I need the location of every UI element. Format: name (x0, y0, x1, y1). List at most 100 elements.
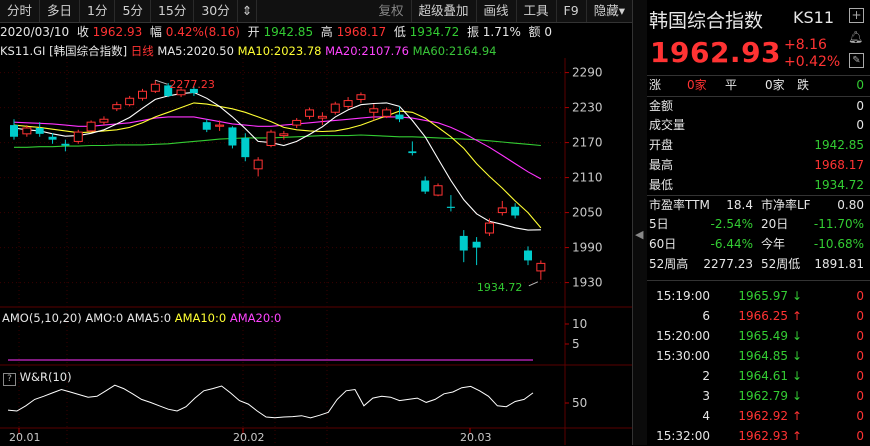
arrow-up-icon: ↑ (792, 429, 803, 443)
y-tick-label: 2170 (572, 136, 603, 150)
chevron-left-icon[interactable]: ◀ (635, 228, 643, 241)
tick-time: 15:30:00 (656, 349, 710, 363)
y-tick-label: 2050 (572, 206, 603, 220)
quote-info-bar: 2020/03/10 收 1962.93 幅 0.42%(8.16) 开 194… (0, 23, 632, 41)
close-label: 收 (76, 25, 89, 39)
amount-value: 0 (544, 25, 553, 39)
candle-body (408, 151, 417, 154)
tick-volume: 0 (856, 289, 864, 303)
tick-row: 3 1962.79 ↓ 0 (647, 387, 870, 406)
date-value: 2020/03/10 (0, 25, 70, 39)
arrow-down-icon: ↓ (792, 389, 803, 403)
ma60-line (14, 134, 541, 148)
tick-row: 15:32:00 1962.93 ↑ 0 (647, 427, 870, 446)
tick-time: 3 (702, 389, 710, 403)
ratio-value: -11.70% (813, 217, 864, 231)
candle-body (395, 114, 404, 120)
tick-time: 15:32:00 (656, 429, 710, 443)
period-label: 日线 (130, 44, 154, 58)
f9-button[interactable]: F9 (557, 0, 587, 22)
tick-price: 1964.61 (738, 369, 788, 383)
tick-list[interactable]: 15:19:00 1965.97 ↓ 0 6 1966.25 ↑ 0 15:20:00 1965.… (647, 280, 870, 443)
ratio-label: 60日 (649, 237, 677, 251)
candle-body (511, 206, 520, 216)
bell-icon[interactable]: 🔔︎ (848, 30, 863, 44)
ratio-row: 52周高 2277.23 52周低 1891.81 (647, 255, 870, 274)
low-marker-arrow (528, 281, 539, 287)
candle-body (536, 262, 546, 272)
ama10-value: AMA10:0 (174, 311, 227, 325)
tab-30min[interactable]: 30分 (194, 0, 238, 22)
price-change: +8.16 (784, 37, 827, 53)
ratio-value: 1891.81 (814, 257, 864, 271)
amo-value: AMO:0 (85, 311, 124, 325)
up-count: 0家 (687, 78, 707, 92)
low-marker-label: 1934.72 (477, 281, 522, 294)
candle-body (524, 250, 532, 261)
tools-button[interactable]: 工具 (517, 0, 557, 22)
tick-time: 15:19:00 (656, 289, 710, 303)
y-tick-label: 1990 (572, 241, 603, 255)
y-tick-label: 1930 (572, 276, 603, 290)
tick-row: 4 1962.92 ↑ 0 (647, 407, 870, 426)
y-tick-label: 2230 (572, 101, 603, 115)
hide-button[interactable]: 隐藏▾ (587, 0, 632, 22)
chevron-down-icon: ▾ (618, 3, 625, 18)
ma5-legend: MA5:2020.50 (157, 44, 234, 58)
tab-1min[interactable]: 1分 (80, 0, 116, 22)
tab-timeshare[interactable]: 分时 (0, 0, 41, 22)
draw-line-button[interactable]: 画线 (477, 0, 517, 22)
ratio-label: 5日 (649, 217, 669, 231)
help-icon[interactable]: ? (3, 373, 16, 386)
open-value: 1942.85 (263, 25, 314, 39)
tab-multiday[interactable]: 多日 (40, 0, 81, 22)
candle-body (330, 103, 340, 113)
high-label: 高 (320, 25, 333, 39)
candle-body (253, 159, 263, 170)
arrow-down-icon: ↓ (792, 289, 803, 303)
tick-row: 15:30:00 1964.85 ↓ 0 (647, 347, 870, 366)
arrow-down-icon: ↓ (792, 369, 803, 383)
overlay-button[interactable]: 超级叠加 (412, 0, 477, 22)
tick-volume: 0 (856, 389, 864, 403)
tab-15min[interactable]: 15分 (151, 0, 195, 22)
candle-body (343, 100, 353, 107)
candle-body (112, 104, 122, 110)
period-toolbar: 分时 多日 1分 5分 15分 30分 ⇕ 复权 超级叠加 画线 工具 F9 隐… (0, 0, 632, 23)
stat-row: 开盘 1942.85 (647, 136, 870, 155)
tick-volume: 0 (856, 369, 864, 383)
x-tick-label: 20.03 (460, 431, 492, 444)
edit-icon[interactable]: ✎ (849, 53, 864, 68)
ratio-value: -2.54% (710, 217, 753, 231)
collapse-strip[interactable] (632, 0, 648, 445)
candle-body (459, 235, 468, 251)
chart-grid (0, 58, 632, 445)
amo-tick-label: 10 (572, 317, 587, 331)
ma10-line-layer (13, 102, 542, 229)
price-change-pct: +0.42% (784, 54, 841, 70)
kline-chart[interactable]: 2290 2230 2170 2110 2050 1990 1930 2277.23 1934… (0, 58, 632, 445)
amount-label: 额 (528, 25, 541, 39)
stat-row: 最低 1934.72 (647, 176, 870, 195)
amo-legend: AMO(5,10,20) AMO:0 AMA5:0 AMA10:0 AMA20:… (2, 311, 281, 325)
candle-body (484, 222, 494, 234)
stat-value: 1934.72 (814, 178, 864, 192)
index-code: KS11 (793, 8, 835, 27)
tab-5min[interactable]: 5分 (115, 0, 151, 22)
ratio-value: 18.4 (726, 198, 753, 212)
amo-tick-label: 5 (572, 337, 580, 351)
adjust-button[interactable]: 复权 (371, 0, 412, 22)
tick-price: 1965.97 (738, 289, 788, 303)
ma60-legend: MA60:2164.94 (412, 44, 497, 58)
candle-body (35, 128, 44, 134)
stat-label: 最高 (649, 158, 674, 172)
low-value: 1934.72 (409, 25, 460, 39)
add-icon[interactable]: + (849, 8, 864, 23)
symbol-code: KS11.GI (0, 44, 46, 58)
stat-value: 1968.17 (814, 158, 864, 172)
flat-count: 0家 (765, 78, 785, 92)
ratio-label: 52周低 (761, 257, 801, 271)
period-more-icon[interactable]: ⇕ (238, 0, 258, 22)
tick-time: 6 (702, 309, 710, 323)
quote-panel: 韩国综合指数 KS11 + 🔔︎ ✎ 1962.93 +8.16 +0.42% … (647, 0, 870, 445)
